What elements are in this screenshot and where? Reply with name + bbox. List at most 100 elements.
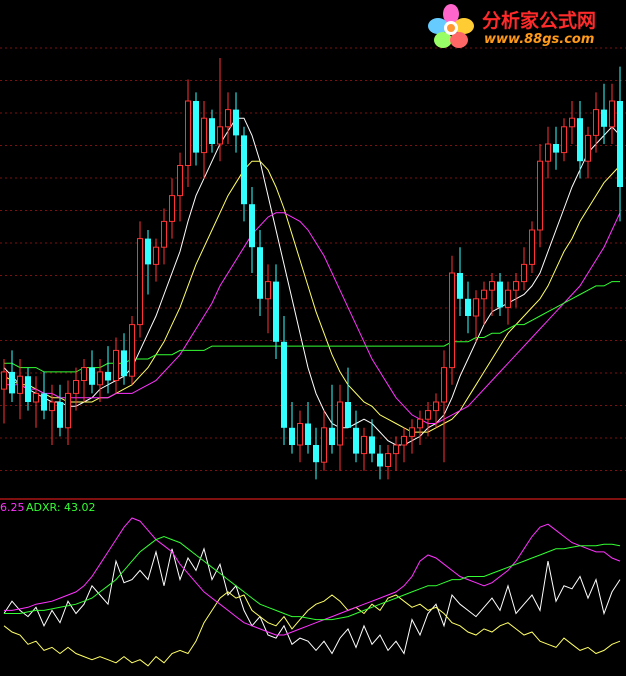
candle-body [441, 367, 447, 403]
candle [585, 126, 591, 179]
candle-body [449, 272, 455, 369]
candle [361, 427, 367, 471]
candle [593, 92, 599, 153]
candle [161, 208, 167, 265]
candle-body [561, 126, 567, 154]
candle-body [65, 392, 71, 429]
candle-body [321, 427, 327, 463]
candle-body [313, 445, 319, 463]
candle [65, 380, 71, 445]
stock-chart [0, 47, 626, 667]
candle-body [401, 435, 407, 446]
adxr-value-label: ADXR: 43.02 [26, 501, 96, 514]
watermark-name: 分析家公式网 [482, 10, 597, 32]
candle [145, 230, 151, 295]
candle-body [249, 204, 255, 248]
candle-body [33, 392, 39, 403]
candle [265, 264, 271, 334]
candle [617, 66, 623, 222]
candle-body [305, 423, 311, 445]
candle [313, 427, 319, 480]
candle-body [89, 367, 95, 385]
candle-body [521, 263, 527, 283]
candle-body [233, 109, 239, 136]
ma-line-ma_long [4, 212, 621, 424]
candle [249, 187, 255, 273]
candle [481, 281, 487, 325]
candle [417, 410, 423, 445]
candle [513, 273, 519, 308]
candle [129, 316, 135, 385]
candle-body [105, 371, 111, 381]
candle-body [49, 401, 55, 412]
candle [305, 402, 311, 454]
candle [289, 402, 295, 454]
candle-body [225, 109, 231, 128]
candle [81, 359, 87, 402]
candle-body [281, 341, 287, 428]
indicator-line-pdi [3, 547, 621, 655]
candle [609, 83, 615, 144]
candle [137, 221, 143, 338]
candle [521, 247, 527, 291]
candle [561, 118, 567, 162]
adx-value-label: 6.25 [0, 501, 25, 514]
candle-body [193, 101, 199, 153]
candle-body [385, 453, 391, 468]
candle [569, 101, 575, 144]
candle [33, 376, 39, 428]
candle-body [425, 410, 431, 420]
candle [153, 238, 159, 282]
candle-body [265, 281, 271, 300]
flower-logo-icon [428, 4, 474, 48]
candle-body [289, 427, 295, 445]
candle-body [177, 165, 183, 197]
candle [601, 83, 607, 144]
candle-body [217, 126, 223, 145]
candle-body [145, 238, 151, 265]
candle-body [185, 100, 191, 166]
candle-body [545, 143, 551, 162]
candle-body [273, 281, 279, 342]
candle [73, 367, 79, 411]
candle-body [529, 229, 535, 265]
candle [57, 384, 63, 437]
candle [377, 445, 383, 480]
candle [537, 144, 543, 248]
moving-average-lines [3, 117, 621, 446]
candle [97, 359, 103, 402]
candle [9, 350, 15, 402]
candle-body [489, 281, 495, 291]
candle [297, 410, 303, 463]
candle-body [257, 247, 263, 299]
candle-body [201, 117, 207, 154]
candle-body [81, 367, 87, 382]
candle-body [465, 298, 471, 316]
candle [89, 350, 95, 394]
candle-body [121, 350, 127, 377]
candle [545, 126, 551, 179]
candle [177, 152, 183, 222]
candle-body [241, 135, 247, 205]
candle-body [97, 371, 103, 386]
candle-body [361, 435, 367, 455]
candle [257, 230, 263, 316]
candle-body [593, 109, 599, 136]
candle-body [609, 100, 615, 128]
candle [281, 316, 287, 445]
candle-body [113, 349, 119, 381]
candle-body [41, 393, 47, 411]
candle [209, 109, 215, 153]
watermark-url: www.88gs.com [484, 32, 595, 47]
candle-body [57, 402, 63, 428]
candle-body [505, 289, 511, 308]
candle [457, 247, 463, 316]
candle [441, 350, 447, 463]
candle-body [345, 402, 351, 428]
candle [113, 337, 119, 394]
candle-body [577, 118, 583, 162]
indicator-line-mdi [3, 591, 621, 667]
candle [353, 410, 359, 463]
candle [449, 255, 455, 385]
candle [225, 92, 231, 144]
